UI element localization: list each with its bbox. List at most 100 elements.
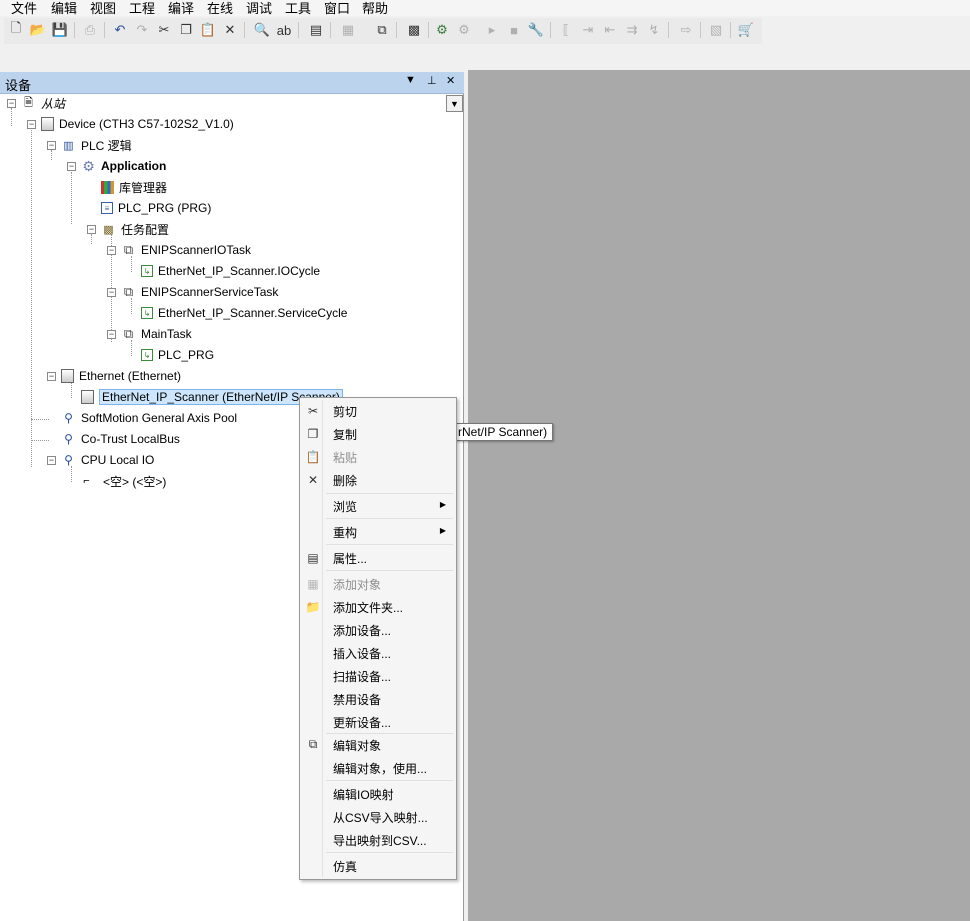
stop-icon[interactable]: ■	[506, 22, 522, 38]
tree-item-cotrust-bus[interactable]: ⚲ Co-Trust LocalBus	[61, 430, 180, 448]
menu-item-add-device[interactable]: 添加设备...	[302, 619, 454, 640]
panel-pin-icon[interactable]: ⊥	[427, 74, 437, 87]
menu-item-import-csv[interactable]: 从CSV导入映射...	[302, 806, 454, 827]
menu-build[interactable]: 编译	[168, 0, 194, 17]
replace-icon[interactable]: ab	[276, 22, 292, 38]
menu-item-export-csv[interactable]: 导出映射到CSV...	[302, 829, 454, 850]
collapse-toggle[interactable]: −	[47, 456, 56, 465]
tree-item-main-task[interactable]: ⧉ MainTask	[121, 325, 192, 343]
menu-item-edit-object-with[interactable]: 编辑对象，使用...	[302, 757, 454, 778]
tree-item-cpu-io[interactable]: ⚲ CPU Local IO	[61, 451, 154, 469]
tree-item-task-config[interactable]: ▩ 任务配置	[101, 220, 169, 238]
tree-item-task-io[interactable]: ⧉ ENIPScannerIOTask	[121, 241, 251, 259]
menu-item-add-object[interactable]: ▦ 添加对象	[302, 573, 454, 594]
collapse-toggle[interactable]: −	[87, 225, 96, 234]
menu-item-paste[interactable]: 📋 粘贴	[302, 446, 454, 467]
collapse-toggle[interactable]: −	[7, 99, 16, 108]
menu-item-disable-device[interactable]: 禁用设备	[302, 688, 454, 709]
undo-icon[interactable]: ↶	[112, 22, 128, 38]
menu-item-update-device[interactable]: 更新设备...	[302, 711, 454, 732]
menu-item-simulation[interactable]: 仿真	[302, 855, 454, 876]
step-out-icon[interactable]: ⇉	[624, 22, 640, 38]
tree-item-plc-prg[interactable]: ≡ PLC_PRG (PRG)	[101, 199, 211, 217]
redo-icon[interactable]: ↷	[134, 22, 150, 38]
menu-item-delete[interactable]: ✕ 删除	[302, 469, 454, 490]
run-icon[interactable]: ▸	[484, 22, 500, 38]
logout-icon[interactable]: ⚙	[456, 22, 472, 38]
copy-icon[interactable]: ❐	[178, 22, 194, 38]
menu-item-cut[interactable]: ✂ 剪切	[302, 400, 454, 421]
delete-icon: ✕	[307, 472, 319, 487]
tree-item-task-service[interactable]: ⧉ ENIPScannerServiceTask	[121, 283, 279, 301]
step-into-icon[interactable]: ⇤	[602, 22, 618, 38]
tree-item-application[interactable]: ⚙ Application	[81, 157, 166, 175]
open-folder-icon[interactable]: 📂	[30, 22, 46, 38]
paste-icon[interactable]: 📋	[200, 22, 216, 38]
save-icon[interactable]: 💾	[52, 22, 68, 38]
tree-item-plc-logic[interactable]: ▥ PLC 逻辑	[61, 136, 131, 154]
panel-menu-icon[interactable]: ▼	[405, 74, 416, 86]
login-icon[interactable]: ⚙	[434, 22, 450, 38]
collapse-toggle[interactable]: −	[27, 120, 36, 129]
library-icon	[101, 180, 114, 194]
menu-help[interactable]: 帮助	[362, 0, 388, 17]
collapse-toggle[interactable]: −	[107, 330, 116, 339]
new-file-icon[interactable]: 🗋	[8, 20, 24, 38]
menu-window[interactable]: 窗口	[324, 0, 350, 17]
collapse-toggle[interactable]: −	[47, 372, 56, 381]
properties-icon[interactable]: ▤	[308, 22, 324, 38]
tree-item-task-io-call[interactable]: ↳ EtherNet_IP_Scanner.IOCycle	[141, 262, 320, 280]
tree-item-root[interactable]: 🗎 从站	[21, 94, 65, 112]
menu-item-edit-io-mapping[interactable]: 编辑IO映射	[302, 783, 454, 804]
force-icon[interactable]: ▧	[708, 22, 724, 38]
cursor-icon[interactable]: ↯	[646, 22, 662, 38]
program-icon: ≡	[101, 202, 113, 214]
menu-item-browse[interactable]: 浏览 ▶	[302, 495, 454, 516]
tree-item-library-manager[interactable]: 库管理器	[101, 178, 167, 196]
menu-item-refactor[interactable]: 重构 ▶	[302, 521, 454, 542]
menu-online[interactable]: 在线	[207, 0, 233, 17]
paste-icon: 📋	[305, 449, 321, 464]
copy-icon: ❐	[307, 426, 319, 441]
menu-item-properties[interactable]: ▤ 属性...	[302, 547, 454, 568]
print-icon[interactable]: ⎙	[82, 22, 98, 38]
build-icon[interactable]: ▩	[406, 22, 422, 38]
devices-panel-header: 设备 ▼ ⊥ ✕	[0, 72, 464, 94]
edit-object-icon[interactable]: ⧉	[374, 22, 390, 38]
submenu-arrow-icon: ▶	[439, 500, 446, 509]
menu-debug[interactable]: 调试	[246, 0, 272, 17]
collapse-toggle[interactable]: −	[67, 162, 76, 171]
cart-icon[interactable]: 🛒	[738, 22, 754, 38]
tree-item-ethernet[interactable]: Ethernet (Ethernet)	[61, 367, 181, 385]
collapse-toggle[interactable]: −	[47, 141, 56, 150]
reset-icon[interactable]: 🔧	[528, 22, 544, 38]
panel-close-icon[interactable]: ✕	[446, 74, 455, 87]
tree-item-softmotion[interactable]: ⚲ SoftMotion General Axis Pool	[61, 409, 237, 427]
breakpoint-icon[interactable]: ⟦	[558, 22, 574, 38]
collapse-toggle[interactable]: −	[107, 288, 116, 297]
tree-item-task-service-call[interactable]: ↳ EtherNet_IP_Scanner.ServiceCycle	[141, 304, 347, 322]
menu-item-edit-object[interactable]: ⧉ 编辑对象	[302, 734, 454, 755]
find-icon[interactable]: 🔍	[254, 22, 270, 38]
tree-item-device[interactable]: Device (CTH3 C57-102S2_V1.0)	[41, 115, 234, 133]
menu-file[interactable]: 文件	[11, 0, 37, 17]
tree-item-empty-slot[interactable]: ⌐ <空> (<空>)	[79, 472, 166, 490]
menu-tools[interactable]: 工具	[285, 0, 311, 17]
tree-item-main-task-call[interactable]: ↳ PLC_PRG	[141, 346, 214, 364]
menu-edit[interactable]: 编辑	[51, 0, 77, 17]
menu-view[interactable]: 视图	[90, 0, 116, 17]
collapse-toggle[interactable]: −	[107, 246, 116, 255]
step-over-icon[interactable]: ⇥	[580, 22, 596, 38]
menu-item-add-folder[interactable]: 📁 添加文件夹...	[302, 596, 454, 617]
menu-project[interactable]: 工程	[129, 0, 155, 17]
add-object-icon[interactable]: ▦	[340, 22, 356, 38]
tree-dropdown-button[interactable]: ▼	[446, 95, 463, 112]
menu-item-copy[interactable]: ❐ 复制	[302, 423, 454, 444]
next-statement-icon[interactable]: ⇨	[678, 22, 694, 38]
menu-bar: 文件 编辑 视图 工程 编译 在线 调试 工具 窗口 帮助	[0, 0, 970, 16]
menu-item-insert-device[interactable]: 插入设备...	[302, 642, 454, 663]
toolbar: 🗋 📂 💾 ⎙ ↶ ↷ ✂ ❐ 📋 ✕ 🔍 ab ▤ ▦ ⧉ ▩ ⚙ ⚙ ▸ ■…	[4, 18, 762, 44]
delete-icon[interactable]: ✕	[222, 22, 238, 38]
cut-icon[interactable]: ✂	[156, 22, 172, 38]
menu-item-scan-device[interactable]: 扫描设备...	[302, 665, 454, 686]
